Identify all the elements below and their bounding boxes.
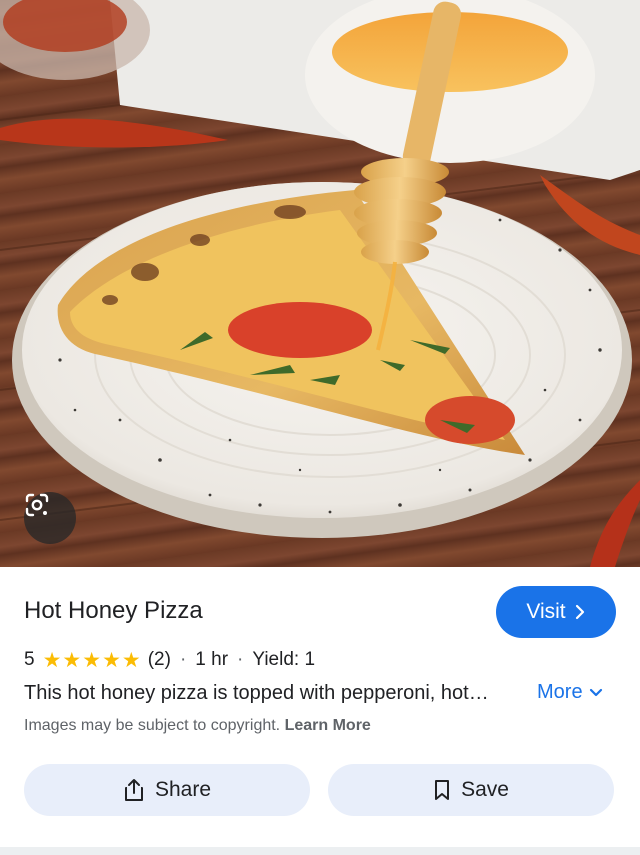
save-button[interactable]: Save (328, 764, 614, 816)
visit-button-label: Visit (526, 600, 566, 623)
star-icon: ★ (42, 648, 62, 672)
recipe-description: This hot honey pizza is topped with pepp… (24, 682, 489, 704)
star-rating: ★ ★ ★ ★ ★ (43, 650, 142, 671)
star-icon: ★ (102, 648, 121, 672)
recipe-photo[interactable] (0, 0, 640, 567)
bottom-divider (0, 847, 640, 855)
bookmark-icon (435, 780, 450, 800)
review-count: (2) (147, 649, 171, 670)
more-label: More (537, 681, 583, 703)
recipe-yield: Yield: 1 (252, 649, 316, 670)
more-button[interactable]: More (537, 681, 603, 704)
pizza-illustration (0, 0, 640, 567)
cook-time: 1 hr (195, 649, 229, 670)
copyright-notice: Images may be subject to copyright. Lear… (24, 717, 371, 735)
recipe-info-panel: Hot Honey Pizza Visit 5 ★ ★ ★ ★ ★ (2) · … (0, 567, 640, 855)
save-button-label: Save (461, 778, 509, 801)
google-lens-icon (25, 493, 49, 517)
share-button[interactable]: Share (24, 764, 310, 816)
visit-button[interactable]: Visit (496, 586, 616, 638)
star-icon: ★ (121, 648, 141, 672)
share-button-label: Share (154, 778, 212, 801)
chevron-down-icon (589, 688, 602, 696)
chevron-right-icon (575, 604, 584, 620)
google-lens-button[interactable] (24, 492, 76, 544)
learn-more-link[interactable]: Learn More (285, 717, 371, 734)
star-icon: ★ (62, 648, 82, 672)
star-icon: ★ (82, 648, 102, 672)
separator-dot: · (179, 649, 187, 670)
copyright-text: Images may be subject to copyright. (24, 717, 281, 734)
recipe-title[interactable]: Hot Honey Pizza (24, 597, 203, 625)
separator-dot: · (237, 649, 244, 670)
share-icon (124, 779, 143, 801)
recipe-meta-row: 5 ★ ★ ★ ★ ★ (2) · 1 hr · Yield: 1 (24, 648, 315, 672)
rating-value: 5 (24, 649, 35, 670)
